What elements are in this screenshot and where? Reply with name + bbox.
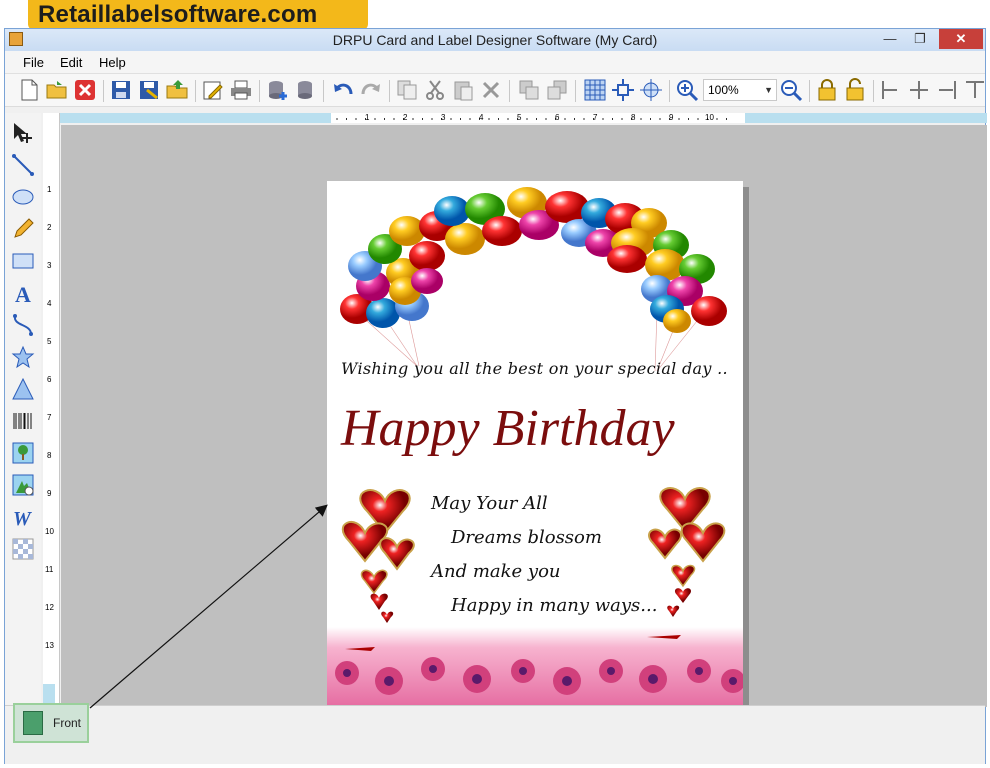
h-tick: 5: [517, 113, 522, 122]
drawing-tools: A W: [5, 113, 41, 733]
wishing-text[interactable]: Wishing you all the best on your special…: [341, 359, 728, 378]
v-tick: 6: [47, 375, 52, 384]
v-tick: 12: [45, 603, 54, 612]
h-tick: 2: [403, 113, 408, 122]
v-tick: 10: [45, 527, 54, 536]
zoom-select[interactable]: 100% ▼: [703, 79, 777, 101]
align-top-icon[interactable]: [963, 78, 987, 102]
open-folder-icon[interactable]: [165, 78, 189, 102]
v-tick: 1: [47, 185, 52, 194]
menu-edit[interactable]: Edit: [60, 55, 82, 70]
card-page[interactable]: Wishing you all the best on your special…: [327, 181, 743, 709]
save-as-icon[interactable]: [137, 78, 161, 102]
h-tick: 3: [441, 113, 446, 122]
image-icon[interactable]: [11, 441, 35, 465]
vertical-ruler: 1 2 3 4 5 6 7 8 9 10 11 12 13: [43, 113, 60, 703]
chevron-down-icon: ▼: [764, 85, 773, 95]
page-tab-bar: [5, 705, 985, 764]
grid-icon[interactable]: [583, 78, 607, 102]
title-bar: DRPU Card and Label Designer Software (M…: [5, 29, 985, 51]
edit-icon[interactable]: [201, 78, 225, 102]
h-tick: 7: [593, 113, 598, 122]
align-center-icon[interactable]: [907, 78, 931, 102]
curve-icon[interactable]: [11, 313, 35, 337]
pencil-icon[interactable]: [11, 217, 35, 241]
v-tick: 2: [47, 223, 52, 232]
v-tick: 8: [47, 451, 52, 460]
delete-icon[interactable]: [479, 78, 503, 102]
menu-help[interactable]: Help: [99, 55, 126, 70]
undo-icon[interactable]: [331, 78, 355, 102]
menu-file[interactable]: File: [23, 55, 44, 70]
headline-text[interactable]: Happy Birthday: [341, 399, 675, 458]
lock-icon[interactable]: [815, 78, 839, 102]
unlock-icon[interactable]: [843, 78, 867, 102]
verse-line-3[interactable]: And make you: [431, 561, 561, 582]
v-tick: 3: [47, 261, 52, 270]
barcode-icon[interactable]: [11, 409, 35, 433]
v-tick: 5: [47, 337, 52, 346]
paste-icon[interactable]: [451, 78, 475, 102]
print-icon[interactable]: [229, 78, 253, 102]
rectangle-icon[interactable]: [11, 249, 35, 273]
v-tick: 4: [47, 299, 52, 308]
database-add-icon[interactable]: [265, 78, 289, 102]
star-icon[interactable]: [11, 345, 35, 369]
site-banner: Retaillabelsoftware.com: [28, 0, 368, 30]
front-label: Front: [53, 716, 82, 730]
v-tick: 7: [47, 413, 52, 422]
copy-icon[interactable]: [395, 78, 419, 102]
triangle-icon[interactable]: [11, 377, 35, 401]
cut-icon[interactable]: [423, 78, 447, 102]
verse-line-1[interactable]: May Your All: [431, 493, 548, 514]
verse-line-2[interactable]: Dreams blossom: [451, 527, 602, 548]
h-tick: 6: [555, 113, 560, 122]
new-icon[interactable]: [17, 78, 41, 102]
zoom-in-icon[interactable]: [675, 78, 699, 102]
redo-icon[interactable]: [359, 78, 383, 102]
close-button[interactable]: ✕: [939, 29, 983, 49]
svg-text:A: A: [15, 282, 31, 305]
banner-text: Retaillabelsoftware.com: [38, 1, 318, 28]
image-library-icon[interactable]: [11, 473, 35, 497]
background-icon[interactable]: [11, 537, 35, 561]
database-icon[interactable]: [293, 78, 317, 102]
word-art-icon[interactable]: W: [11, 505, 35, 530]
line-icon[interactable]: [11, 153, 35, 177]
fit-icon[interactable]: [611, 78, 635, 102]
zoom-out-icon[interactable]: [779, 78, 803, 102]
open-icon[interactable]: [45, 78, 69, 102]
h-tick: 1: [365, 113, 370, 122]
ruler-page-area: 1 2 3 4 5 6 7 8 9 10: [331, 113, 745, 123]
pointer-icon[interactable]: [11, 121, 35, 145]
window-title: DRPU Card and Label Designer Software (M…: [332, 32, 658, 48]
minimize-button[interactable]: —: [875, 29, 905, 49]
page-icon: [23, 711, 43, 735]
h-tick: 9: [669, 113, 674, 122]
maximize-button[interactable]: ❐: [905, 29, 935, 49]
align-right-icon[interactable]: [935, 78, 959, 102]
zoom-value: 100%: [708, 83, 739, 97]
h-tick: 8: [631, 113, 636, 122]
v-tick: 9: [47, 489, 52, 498]
front-page-tab[interactable]: Front: [13, 703, 89, 743]
menu-bar: File Edit Help: [5, 51, 985, 74]
align-left-icon[interactable]: [879, 78, 903, 102]
v-tick: 11: [45, 565, 54, 574]
h-tick: 4: [479, 113, 484, 122]
h-tick: 10: [705, 113, 714, 122]
app-window: DRPU Card and Label Designer Software (M…: [4, 28, 987, 764]
ellipse-icon[interactable]: [11, 185, 35, 209]
text-icon[interactable]: A: [11, 281, 35, 307]
v-tick: 13: [45, 641, 54, 650]
center-icon[interactable]: [639, 78, 663, 102]
send-back-icon[interactable]: [545, 78, 569, 102]
toolbar: [5, 74, 985, 107]
close-file-icon[interactable]: [73, 78, 97, 102]
verse-line-4[interactable]: Happy in many ways...: [451, 595, 657, 616]
svg-text:W: W: [13, 508, 32, 529]
save-icon[interactable]: [109, 78, 133, 102]
bring-front-icon[interactable]: [517, 78, 541, 102]
